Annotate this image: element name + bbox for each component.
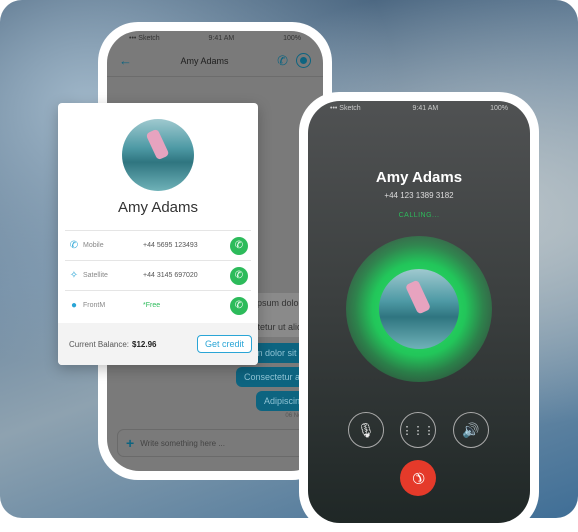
message-input[interactable]: + Write something here ...: [117, 429, 323, 457]
hangup-button[interactable]: ✆: [400, 460, 436, 496]
calling-phone: ••• Sketch 9:41 AM 100% Amy Adams +44 123 …: [299, 92, 539, 532]
chat-title: Amy Adams: [180, 55, 229, 66]
call-screen: ••• Sketch 9:41 AM 100% Amy Adams +44 123 …: [308, 101, 530, 523]
contact-row-frontm: ● FrontM *Free ✆: [65, 290, 251, 320]
mute-icon: 🎙: [357, 421, 375, 438]
contact-card: Amy Adams ✆ Mobile +44 5695 123493 ✆ ✧ Satel…: [58, 103, 258, 365]
time: 9:41 AM: [208, 35, 235, 42]
mute-button[interactable]: 🎙: [348, 412, 384, 448]
contact-row-satellite: ✧ Satellite +44 3145 697020 ✆: [65, 260, 251, 290]
record-icon[interactable]: [295, 53, 311, 68]
status-bar: ••• Sketch 9:41 AM 100%: [107, 31, 323, 45]
status-bar: ••• Sketch 9:41 AM 100%: [330, 105, 508, 112]
phone-icon: ✆: [69, 240, 79, 251]
plus-icon[interactable]: +: [126, 435, 134, 451]
balance-value: $12.96: [132, 339, 157, 349]
input-placeholder: Write something here ...: [140, 438, 225, 448]
satellite-icon: ✧: [69, 270, 79, 281]
caller-avatar: [379, 269, 459, 349]
get-credit-button[interactable]: Get credit: [196, 335, 252, 353]
caller-name: Amy Adams: [375, 169, 463, 186]
call-button[interactable]: ✆: [230, 266, 248, 285]
keypad-button[interactable]: ⋮⋮⋮: [400, 412, 436, 448]
speaker-button[interactable]: 🔊: [453, 412, 489, 448]
balance-bar: Current Balance: $12.96 Get credit: [58, 323, 258, 365]
back-arrow-icon[interactable]: ←: [119, 53, 132, 68]
speaker-icon: 🔊: [462, 421, 480, 438]
caller-number: +44 123 1389 3182: [384, 191, 454, 200]
carrier: ••• Sketch: [129, 35, 160, 42]
call-button[interactable]: ✆: [230, 236, 248, 255]
chat-header: ← Amy Adams ✆: [107, 45, 323, 77]
battery: 100%: [283, 35, 301, 42]
hangup-icon: ✆: [407, 467, 429, 489]
call-button[interactable]: ✆: [230, 296, 248, 315]
phone-icon[interactable]: ✆: [277, 53, 288, 69]
keypad-icon: ⋮⋮⋮: [401, 424, 435, 437]
call-status: CALLING...: [398, 212, 440, 219]
contact-row-mobile: ✆ Mobile +44 5695 123493 ✆: [65, 230, 251, 260]
frontm-icon: ●: [70, 300, 78, 311]
avatar: [122, 119, 194, 191]
contact-name: Amy Adams: [117, 199, 199, 216]
